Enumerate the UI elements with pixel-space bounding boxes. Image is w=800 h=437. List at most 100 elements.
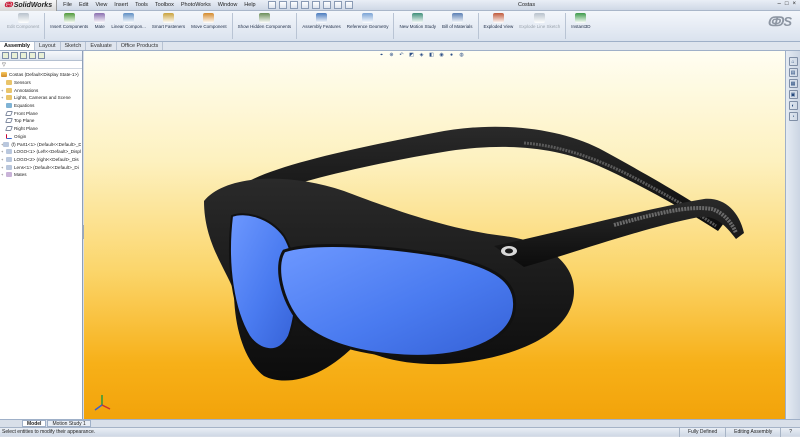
tab-assembly[interactable]: Assembly [0,42,35,50]
open-icon[interactable] [278,1,287,9]
graphics-area[interactable]: ⌖ ⊕ ↶ ◩ ◈ ◧ ◉ ● ◍ [84,51,785,419]
ribbon-separator [296,13,298,39]
reference-geometry-icon [362,13,374,23]
tree-item-label: Top Plane [14,118,35,124]
dimxpert-icon[interactable] [29,52,36,59]
save-icon[interactable] [289,1,298,9]
close-icon[interactable]: × [792,1,796,7]
linear-pattern-button[interactable]: Linear Compon... [108,13,149,39]
ribbon-separator [231,13,233,39]
orientation-triad-icon [94,395,111,411]
tree-item[interactable]: Right Plane [1,125,81,133]
status-state: Fully Defined [678,427,725,437]
ds-logo-icon: ↂ [4,2,13,9]
menu-window[interactable]: Window [218,2,238,8]
window-controls: – □ × [778,1,796,7]
select-icon[interactable] [322,1,331,9]
print-icon[interactable] [300,1,309,9]
move-component-button[interactable]: Move Component [188,13,230,39]
menu-view[interactable]: View [95,2,107,8]
tree-item[interactable]: + Lens<1> (Default<<Default>_Di [1,163,81,171]
view-palette-icon[interactable]: ▣ [788,90,798,99]
tree-item-label: (f) Part1<1> (Default<<Default>_Di [11,141,81,147]
bill-of-materials-button[interactable]: Bill of Materials [439,13,476,39]
tab-sketch[interactable]: Sketch [61,42,87,50]
menu-file[interactable]: File [63,2,72,8]
maximize-icon[interactable]: □ [785,1,789,7]
ribbon-button-label: New Motion Study [399,24,437,29]
menu-edit[interactable]: Edit [79,2,88,8]
tree-item[interactable]: Origin [1,133,81,141]
show-hidden-button[interactable]: Show Hidden Components [235,13,295,39]
file-explorer-icon[interactable]: ▦ [788,79,798,88]
tree-item[interactable]: Equations [1,102,81,110]
motion-study-button[interactable]: New Motion Study [396,13,439,39]
menu-insert[interactable]: Insert [114,2,128,8]
tree-item-label: Right Plane [14,126,38,132]
status-mode: Editing Assembly [725,427,780,437]
tree-item[interactable]: + Annotations [1,86,81,94]
reference-geometry-button[interactable]: Reference Geometry [344,13,392,39]
tab-evaluate[interactable]: Evaluate [86,42,117,50]
plane-icon [5,118,13,124]
menu-tools[interactable]: Tools [135,2,148,8]
ribbon-button-label: Mate [94,24,105,29]
tab-office-products[interactable]: Office Products [117,42,164,50]
rebuild-icon[interactable] [333,1,342,9]
tree-item[interactable]: Sensors [1,79,81,87]
tree-item[interactable]: + LOGO<1> (Left<<Default>_Displ [1,148,81,156]
tab-layout[interactable]: Layout [35,42,61,50]
plane-icon [5,126,13,132]
tab-model[interactable]: Model [22,420,47,427]
tab-motion-study[interactable]: Motion Study 1 [47,420,91,427]
help-icon[interactable]: ? [780,427,800,437]
filter-icon: ▽ [2,61,6,68]
folder-icon [6,80,12,86]
sunglasses-model[interactable] [84,51,785,419]
appearances-icon[interactable]: ◐ [788,101,798,110]
options-icon[interactable] [344,1,353,9]
instant3d-icon [575,13,587,23]
exploded-view-button[interactable]: Exploded View [481,13,517,39]
panel-tabs [0,51,82,61]
ribbon-button-label: Edit Component [7,24,40,29]
tree-item[interactable]: + (f) Part1<1> (Default<<Default>_Di [1,140,81,148]
explode-line-sketch-button[interactable]: Explode Line Sketch [516,13,563,39]
smart-fasteners-icon [162,13,174,23]
mate-button[interactable]: Mate [91,13,108,39]
app-logo[interactable]: ↂ SolidWorks [0,0,58,11]
assembly-features-button[interactable]: Assembly Features [299,13,344,39]
edit-component-button[interactable]: Edit Component [4,13,42,39]
costas-logo-icon [501,246,517,256]
tree-item[interactable]: + Lights, Cameras and Scene [1,94,81,102]
tree-filter[interactable]: ▽ [0,61,82,69]
part-icon [5,149,12,155]
menu-photoworks[interactable]: PhotoWorks [181,2,211,8]
tree-root[interactable]: Costas (Default<Display State-1>) [1,71,81,79]
motion-study-icon [412,13,424,23]
part-icon [3,141,10,147]
tree-item[interactable]: Top Plane [1,117,81,125]
tree-item[interactable]: + LOGO<2> (right<<Default>_Dis [1,156,81,164]
minimize-icon[interactable]: – [778,1,781,7]
display-manager-icon[interactable] [38,52,45,59]
insert-components-button[interactable]: Insert Components [47,13,91,39]
ribbon-button-label: Bill of Materials [442,24,473,29]
smart-fasteners-button[interactable]: Smart Fasteners [149,13,188,39]
tree-item[interactable]: Front Plane [1,109,81,117]
menu-help[interactable]: Help [244,2,255,8]
resources-icon[interactable]: ⌂ [788,57,798,66]
new-document-icon[interactable] [267,1,276,9]
tree-item[interactable]: + Mates [1,171,81,179]
document-title: Costas [518,2,536,8]
show-hidden-icon [258,13,270,23]
configuration-manager-icon[interactable] [20,52,27,59]
design-library-icon[interactable]: ▤ [788,68,798,77]
custom-properties-icon[interactable]: ◔ [788,112,798,121]
feature-manager-icon[interactable] [2,52,9,59]
instant3d-button[interactable]: Instant3D [568,13,593,39]
ribbon-button-label: Reference Geometry [346,24,389,29]
menu-toolbox[interactable]: Toolbox [155,2,174,8]
property-manager-icon[interactable] [11,52,18,59]
undo-icon[interactable] [311,1,320,9]
